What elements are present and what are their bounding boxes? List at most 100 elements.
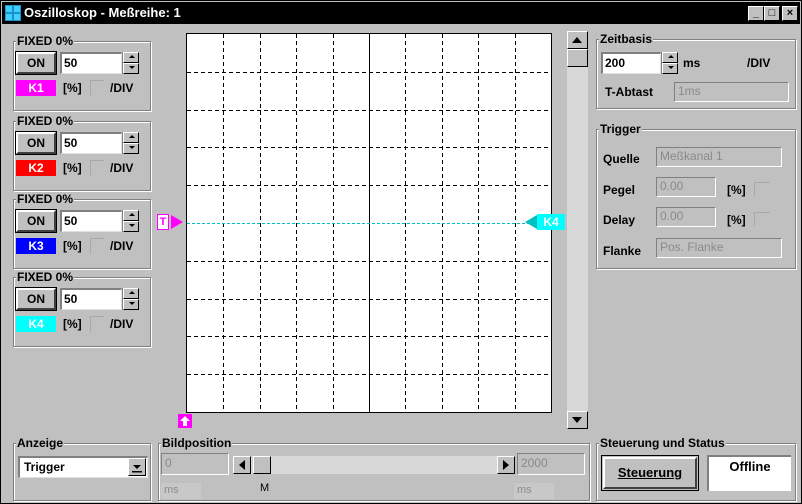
scroll-left-icon xyxy=(239,460,245,470)
bildposition-scrollbar[interactable] xyxy=(233,456,515,474)
anzeige-group: Anzeige Trigger xyxy=(13,436,151,501)
scope-left-margin xyxy=(158,31,186,431)
chevron-down-icon xyxy=(132,465,142,473)
anzeige-label: Anzeige xyxy=(16,436,65,450)
trigger-marker-label: T xyxy=(157,214,169,230)
pegel-field: 0.00 xyxy=(656,177,716,197)
steuerung-button-text: Steuerung xyxy=(617,465,683,480)
channel-on-button[interactable]: ON xyxy=(15,287,57,311)
channel-per-div: /DIV xyxy=(110,317,134,331)
spin-up-icon[interactable] xyxy=(662,52,678,63)
quelle-field: Meßkanal 1 xyxy=(656,147,782,167)
channel-scale-spinner[interactable] xyxy=(122,132,139,154)
k4-arrow-icon xyxy=(525,215,537,229)
spin-up-icon[interactable] xyxy=(123,288,139,299)
channel-mode-label: FIXED 0% xyxy=(16,270,75,284)
channel-k4-marker[interactable]: K4 xyxy=(525,214,565,230)
scroll-right-button[interactable] xyxy=(497,456,515,474)
pegel-unit: [%] xyxy=(727,183,746,197)
spin-down-icon[interactable] xyxy=(123,63,139,74)
spin-down-icon[interactable] xyxy=(123,299,139,310)
spin-up-icon[interactable] xyxy=(123,132,139,143)
flanke-label: Flanke xyxy=(603,244,642,258)
channel-unit: [%] xyxy=(63,161,82,175)
zeitbasis-input[interactable]: 200 xyxy=(601,52,661,74)
channel-scale-spinner[interactable] xyxy=(122,52,139,74)
channel-mode-label: FIXED 0% xyxy=(16,34,75,48)
channel-name-badge: K3 xyxy=(16,238,56,254)
window-title: Oszilloskop - Meßreihe: 1 xyxy=(24,5,181,20)
spin-down-icon[interactable] xyxy=(123,221,139,232)
horizontal-scroll-thumb[interactable] xyxy=(253,456,271,474)
channel-scale-input[interactable]: 50 xyxy=(60,132,122,154)
scroll-up-icon xyxy=(572,37,582,43)
zeitbasis-per-div: /DIV xyxy=(747,56,771,70)
bildposition-thumb-label: M xyxy=(260,482,270,494)
channel-indicator xyxy=(90,238,104,254)
delay-indicator xyxy=(754,212,770,226)
trigger-group-label: Trigger xyxy=(599,122,642,136)
status-display: Offline xyxy=(707,455,791,491)
close-button[interactable]: × xyxy=(782,6,798,21)
channel-scale-input[interactable]: 50 xyxy=(60,52,122,74)
channel-name-badge: K2 xyxy=(16,160,56,176)
channel-group: FIXED 0% ON 50 K1 [%] /DIV xyxy=(13,34,151,111)
channel-indicator xyxy=(90,316,104,332)
trigger-arrow-icon xyxy=(171,215,183,229)
pegel-indicator xyxy=(754,182,770,196)
zeitbasis-spinner[interactable] xyxy=(661,52,678,74)
channel-on-button[interactable]: ON xyxy=(15,51,57,75)
zeitbasis-unit: ms xyxy=(683,56,701,70)
minimize-button[interactable]: _ xyxy=(748,6,764,21)
channel-scale-spinner[interactable] xyxy=(122,288,139,310)
t-abtast-label: T-Abtast xyxy=(605,85,653,99)
pegel-label: Pegel xyxy=(603,183,636,197)
trigger-marker[interactable]: T xyxy=(157,214,187,230)
app-icon xyxy=(5,5,21,21)
scope-display[interactable] xyxy=(186,33,552,413)
bildposition-label: Bildposition xyxy=(161,436,233,450)
channel-per-div: /DIV xyxy=(110,239,134,253)
channel-on-button[interactable]: ON xyxy=(15,131,57,155)
scroll-left-button[interactable] xyxy=(233,456,251,474)
zeitbasis-group: Zeitbasis 200 ms /DIV T-Abtast 1ms xyxy=(596,32,796,109)
bildposition-end-unit: ms xyxy=(514,483,554,499)
vertical-scroll-thumb[interactable] xyxy=(567,49,588,67)
scroll-down-icon xyxy=(572,417,582,423)
k4-marker-label: K4 xyxy=(537,214,565,230)
channel-group: FIXED 0% ON 50 K4 [%] /DIV xyxy=(13,270,151,347)
channel-scale-input[interactable]: 50 xyxy=(60,288,122,310)
spin-down-icon[interactable] xyxy=(662,63,678,74)
title-bar: Oszilloskop - Meßreihe: 1 _ □ × xyxy=(2,2,800,24)
vertical-scrollbar[interactable] xyxy=(567,31,588,429)
channel-mode-label: FIXED 0% xyxy=(16,114,75,128)
bildposition-start-unit: ms xyxy=(161,483,201,499)
channel-name-badge: K4 xyxy=(16,316,56,332)
time-marker[interactable] xyxy=(178,414,192,428)
steuerung-button[interactable]: Steuerung xyxy=(601,455,699,491)
spin-down-icon[interactable] xyxy=(123,143,139,154)
zeitbasis-label: Zeitbasis xyxy=(599,32,654,46)
channel-on-button[interactable]: ON xyxy=(15,209,57,233)
anzeige-dropdown-button[interactable] xyxy=(128,458,146,476)
channel-scale-input[interactable]: 50 xyxy=(60,210,122,232)
channel-mode-label: FIXED 0% xyxy=(16,192,75,206)
maximize-button[interactable]: □ xyxy=(764,6,780,21)
bildposition-start-field: 0 xyxy=(161,453,229,475)
spin-up-icon[interactable] xyxy=(123,52,139,63)
scroll-down-button[interactable] xyxy=(567,411,588,429)
channel-scale-spinner[interactable] xyxy=(122,210,139,232)
up-arrow-icon xyxy=(180,416,190,426)
oszilloskop-window: Oszilloskop - Meßreihe: 1 _ □ × FIXED 0%… xyxy=(0,0,802,504)
delay-unit: [%] xyxy=(727,213,746,227)
spin-up-icon[interactable] xyxy=(123,210,139,221)
channel-per-div: /DIV xyxy=(110,161,134,175)
channel-indicator xyxy=(90,80,104,96)
bildposition-end-field: 2000 xyxy=(517,453,585,475)
steuerung-button-label: Steuerung xyxy=(603,457,697,489)
scroll-up-button[interactable] xyxy=(567,31,588,49)
channel-group: FIXED 0% ON 50 K3 [%] /DIV xyxy=(13,192,151,269)
channel-per-div: /DIV xyxy=(110,81,134,95)
t-abtast-field: 1ms xyxy=(674,82,789,102)
scope-grid xyxy=(187,34,551,412)
